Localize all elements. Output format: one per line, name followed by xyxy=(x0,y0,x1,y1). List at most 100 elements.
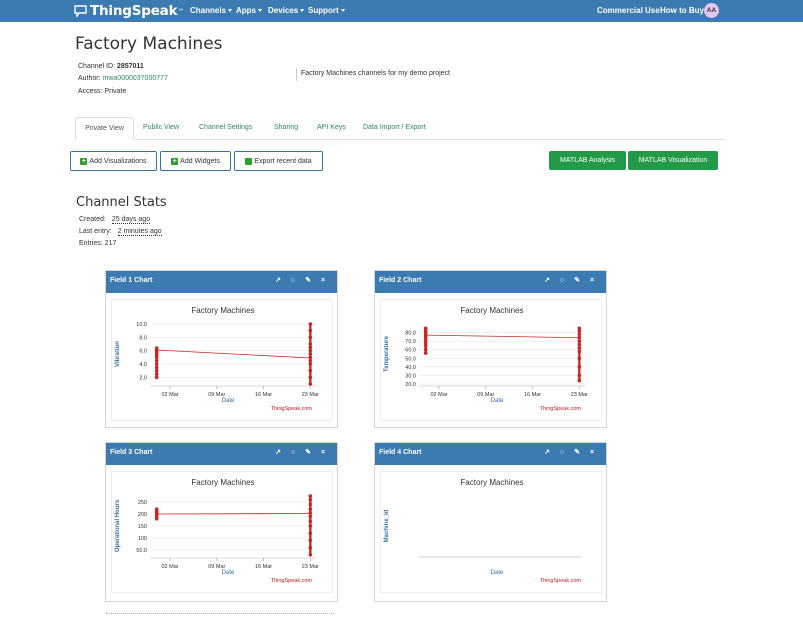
last-entry-label: Last entry: xyxy=(79,228,112,235)
channel-id-label: Channel ID: xyxy=(78,63,115,70)
stat-created: Created: 25 days ago xyxy=(79,216,151,224)
tab-sharing[interactable]: Sharing xyxy=(274,124,298,131)
nav-channels-label: Channels xyxy=(190,6,227,15)
comment-icon[interactable]: ○ xyxy=(558,449,566,457)
pencil-icon[interactable]: ✎ xyxy=(573,277,581,285)
tab-channel-settings[interactable]: Channel Settings xyxy=(199,124,252,131)
pencil-icon[interactable]: ✎ xyxy=(304,449,312,457)
data-point xyxy=(308,375,313,380)
data-point xyxy=(308,355,313,360)
add-visualizations-button[interactable]: + Add Visualizations xyxy=(70,151,157,171)
chart-area: Factory Machines Machine_Id Date ThingSpeak… xyxy=(380,471,602,593)
data-point xyxy=(308,545,313,550)
comment-icon[interactable]: ○ xyxy=(558,277,566,285)
export-icon xyxy=(245,157,253,165)
x-axis-label: Date xyxy=(491,570,504,576)
matlab-analysis-button[interactable]: MATLAB Analysis xyxy=(549,151,626,170)
x-tick-label: 02 Mar xyxy=(430,392,447,398)
y-tick-label: 8.0 xyxy=(139,335,147,341)
x-tick-label: 23 Mar xyxy=(302,564,319,570)
x-tick-label: 02 Mar xyxy=(161,392,178,398)
data-point xyxy=(577,326,582,331)
comment-icon[interactable]: ○ xyxy=(289,277,297,285)
data-point xyxy=(423,347,428,352)
y-tick-label: 6.0 xyxy=(139,349,147,355)
data-point xyxy=(577,373,582,378)
author-label: Author: xyxy=(78,75,101,82)
nav-devices[interactable]: Devices xyxy=(268,6,305,15)
x-tick-label: 09 Mar xyxy=(208,392,225,398)
comment-icon[interactable]: ○ xyxy=(289,449,297,457)
stat-last-entry: Last entry: 2 minutes ago xyxy=(79,228,162,236)
nav-commercial-use[interactable]: Commercial Use xyxy=(597,6,660,15)
nav-support[interactable]: Support xyxy=(308,6,345,15)
data-point xyxy=(308,524,313,528)
chart-credit: ThingSpeak.com xyxy=(540,578,582,584)
chart-svg: Factory Machines Operational Hours Date Thi… xyxy=(115,478,319,584)
y-tick-label: 150 xyxy=(138,524,147,530)
y-tick-label: 40.0 xyxy=(405,365,416,371)
y-tick-label: 50.0 xyxy=(405,356,416,362)
brand-trademark: ™ xyxy=(178,8,184,14)
card-actions: ↗ ○ ✎ × xyxy=(274,449,327,457)
card-title: Field 2 Chart xyxy=(379,277,422,284)
user-avatar[interactable]: AA xyxy=(704,3,719,18)
channel-access: Access: Private xyxy=(78,88,126,95)
export-recent-data-button[interactable]: Export recent data xyxy=(234,151,323,171)
data-point xyxy=(577,349,582,354)
stat-entries: Entries: 217 xyxy=(79,240,117,247)
series-line xyxy=(156,349,311,359)
card-title: Field 1 Chart xyxy=(110,277,153,284)
card-actions: ↗ ○ ✎ × xyxy=(543,277,596,285)
y-tick-label: 10.0 xyxy=(136,322,147,328)
data-point xyxy=(423,351,428,355)
close-icon[interactable]: × xyxy=(319,449,327,457)
chart-credit: ThingSpeak.com xyxy=(271,578,313,584)
external-link-icon[interactable]: ↗ xyxy=(543,449,551,457)
data-point xyxy=(154,368,159,373)
tab-data-import-export[interactable]: Data Import / Export xyxy=(363,124,426,131)
close-icon[interactable]: × xyxy=(588,449,596,457)
pencil-icon[interactable]: ✎ xyxy=(573,449,581,457)
close-icon[interactable]: × xyxy=(588,277,596,285)
y-tick-label: 250 xyxy=(138,500,147,506)
data-point xyxy=(308,362,313,366)
x-tick-label: 23 Mar xyxy=(302,392,319,398)
data-point xyxy=(423,326,428,331)
nav-channels[interactable]: Channels xyxy=(190,6,233,15)
matlab-visualization-button[interactable]: MATLAB Visualization xyxy=(628,151,718,170)
close-icon[interactable]: × xyxy=(319,277,327,285)
card-actions: ↗ ○ ✎ × xyxy=(274,277,327,285)
caret-down-icon xyxy=(228,9,233,12)
y-tick-label: 60.0 xyxy=(405,348,416,354)
plus-icon: + xyxy=(171,157,179,165)
author-link[interactable]: mwa0000037000777 xyxy=(103,75,168,82)
x-axis-label: Date xyxy=(491,398,504,404)
card-header: Field 1 Chart ↗ ○ ✎ × xyxy=(106,271,337,293)
x-axis-label: Date xyxy=(222,398,235,404)
nav-how-to-buy[interactable]: How to Buy xyxy=(660,6,704,15)
add-widgets-button[interactable]: + Add Widgets xyxy=(160,151,231,171)
external-link-icon[interactable]: ↗ xyxy=(274,277,282,285)
y-tick-label: 2.0 xyxy=(139,375,147,381)
y-tick-label: 50.0 xyxy=(136,548,147,554)
external-link-icon[interactable]: ↗ xyxy=(274,449,282,457)
chart-credit: ThingSpeak.com xyxy=(271,406,313,412)
data-point xyxy=(154,507,159,511)
x-tick-label: 16 Mar xyxy=(524,392,541,398)
tab-api-keys[interactable]: API Keys xyxy=(317,124,346,131)
tab-private-view[interactable]: Private View xyxy=(75,117,134,140)
nav-apps[interactable]: Apps xyxy=(236,6,262,15)
data-point xyxy=(577,335,582,340)
data-point xyxy=(308,514,313,519)
field-1-chart-card: Field 1 Chart ↗ ○ ✎ × Factory Machines Vi… xyxy=(105,270,338,428)
last-entry-value: 2 minutes ago xyxy=(117,228,162,236)
pencil-icon[interactable]: ✎ xyxy=(304,277,312,285)
tab-public-view[interactable]: Public View xyxy=(143,124,179,131)
caret-down-icon xyxy=(300,9,305,12)
data-point xyxy=(577,378,582,383)
brand-logo[interactable]: ThingSpeak ™ xyxy=(74,3,183,19)
external-link-icon[interactable]: ↗ xyxy=(543,277,551,285)
card-header: Field 3 Chart ↗ ○ ✎ × xyxy=(106,443,337,465)
export-label: Export recent data xyxy=(254,157,312,165)
